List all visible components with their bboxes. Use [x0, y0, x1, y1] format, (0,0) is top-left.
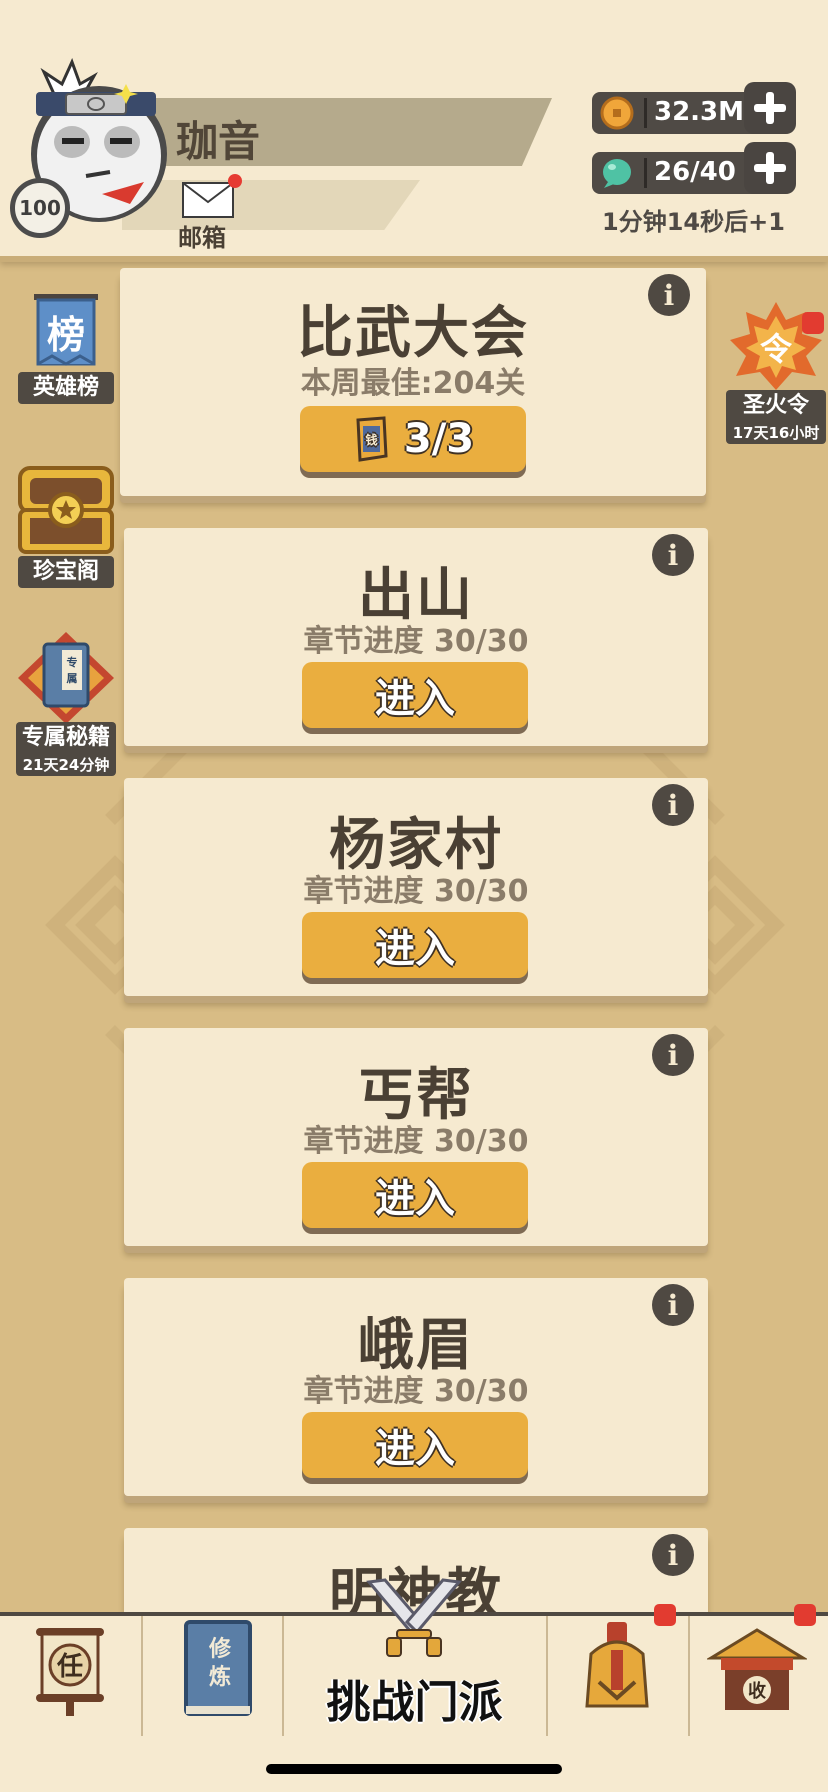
hero-ranking-label: 英雄榜 — [18, 372, 114, 404]
arena-tickets-count: 3/3 — [403, 416, 475, 462]
stamina-value: 26/40 — [654, 157, 736, 187]
equipment-notification-dot — [654, 1604, 676, 1626]
armor-icon — [585, 1622, 649, 1708]
crossed-swords-icon — [366, 1578, 462, 1657]
jade-drop-icon — [603, 159, 631, 188]
svg-text:任: 任 — [56, 1652, 83, 1682]
coin-icon — [600, 96, 634, 130]
cultivation-book-icon: 修 炼 — [184, 1620, 252, 1716]
stage-enter-button[interactable]: 进入 — [302, 1412, 528, 1478]
coins-value: 32.3M — [654, 97, 745, 127]
task-scroll-icon: 任 — [36, 1628, 104, 1716]
mailbox-button[interactable]: 邮箱 — [176, 174, 246, 252]
collection-notification-dot — [794, 1604, 816, 1626]
treasure-pavilion-button[interactable]: 珍宝阁 — [16, 460, 116, 594]
flame-order-notification-dot — [802, 312, 824, 334]
stage-progress: 章节进度 30/30 — [303, 1124, 529, 1159]
svg-text:修: 修 — [208, 1636, 232, 1662]
stage-enter-button[interactable]: 进入 — [302, 1162, 528, 1228]
mailbox-label: 邮箱 — [178, 224, 226, 252]
pavilion-house-icon: 收 — [707, 1628, 807, 1710]
add-coins-button[interactable] — [744, 82, 796, 134]
player-name: 珈音 — [176, 117, 261, 166]
mail-notification-dot — [228, 174, 242, 188]
treasure-pavilion-label: 珍宝阁 — [18, 556, 114, 588]
stamina-counter: 26/40 — [592, 152, 768, 194]
exclusive-manual-timer: 21天24分钟 — [16, 754, 116, 776]
bottom-navigation: 任 修 炼 挑战门派 收 — [0, 1578, 828, 1736]
svg-text:收: 收 — [748, 1680, 766, 1702]
sacred-flame-label: 圣火令 — [726, 390, 826, 422]
nav-equipment[interactable] — [547, 1616, 688, 1736]
svg-text:钱: 钱 — [365, 432, 377, 447]
arena-card: i 比武大会 本周最佳:204关 钱 3/3 — [120, 268, 706, 496]
envelope-icon — [182, 182, 234, 218]
sacred-flame-order-button[interactable]: 令 圣火令 17天16小时 — [726, 298, 826, 444]
treasure-chest-icon — [18, 466, 114, 554]
arena-title: 比武大会 — [297, 301, 529, 366]
home-indicator[interactable] — [266, 1764, 562, 1774]
svg-text:专: 专 — [67, 655, 78, 669]
stage-enter-button[interactable]: 进入 — [302, 662, 528, 728]
svg-text:炼: 炼 — [209, 1664, 231, 1690]
nav-tasks[interactable]: 任 — [0, 1616, 141, 1736]
nav-challenge-sect[interactable]: 挑战门派 — [283, 1578, 546, 1736]
arena-tickets-button[interactable]: 钱 3/3 — [300, 406, 526, 472]
stage-card: i 出山 章节进度 30/30 进入 — [124, 528, 708, 746]
coins-counter: 32.3M — [592, 92, 768, 134]
stamina-regen-timer: 1分钟14秒后+1 — [602, 208, 785, 236]
exclusive-manual-label: 专属秘籍 — [16, 722, 116, 754]
hero-ranking-button[interactable]: 榜 英雄榜 — [16, 290, 116, 408]
stage-card: i 杨家村 章节进度 30/30 进入 — [124, 778, 708, 996]
challenge-sect-label: 挑战门派 — [326, 1677, 503, 1728]
svg-text:令: 令 — [760, 330, 793, 368]
stamina-divider — [644, 158, 647, 188]
nav-cultivation[interactable]: 修 炼 — [142, 1616, 282, 1736]
coin-divider — [644, 98, 647, 128]
level-badge: 100 — [10, 178, 70, 238]
ranking-banner-icon: 榜 — [34, 294, 98, 366]
profile-header: 100 珈音 邮箱 32.3M 26/40 1分钟14秒后+1 — [0, 0, 828, 256]
sacred-flame-timer: 17天16小时 — [726, 422, 826, 444]
arena-best-record: 本周最佳:204关 — [300, 366, 526, 401]
stage-enter-button[interactable]: 进入 — [302, 912, 528, 978]
exclusive-manual-button[interactable]: 专 属 专属秘籍 21天24分钟 — [14, 630, 118, 776]
stage-card: i 丐帮 章节进度 30/30 进入 — [124, 1028, 708, 1246]
stage-progress: 章节进度 30/30 — [303, 1374, 529, 1409]
svg-text:榜: 榜 — [47, 313, 85, 357]
add-stamina-button[interactable] — [744, 142, 796, 194]
stage-card: i 峨眉 章节进度 30/30 进入 — [124, 1278, 708, 1496]
ticket-token-icon: 钱 — [356, 416, 388, 462]
stage-progress: 章节进度 30/30 — [303, 874, 529, 909]
manual-book-icon: 专 属 — [18, 632, 114, 724]
svg-text:属: 属 — [67, 672, 78, 685]
stage-progress: 章节进度 30/30 — [303, 624, 529, 659]
nav-collection[interactable]: 收 — [689, 1616, 828, 1736]
